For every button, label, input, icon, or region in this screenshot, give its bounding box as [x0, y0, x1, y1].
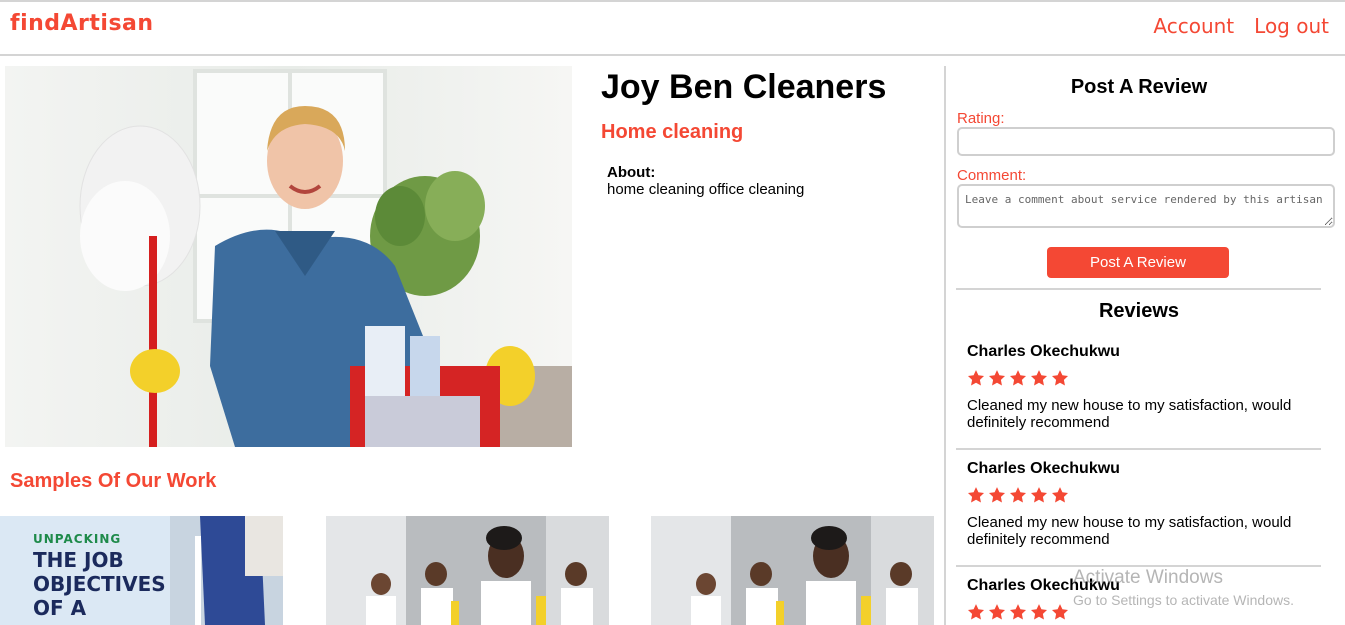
star-icon	[1051, 604, 1069, 620]
star-rating	[967, 603, 1321, 623]
comment-textarea[interactable]	[957, 184, 1335, 228]
artisan-photo	[5, 66, 572, 447]
section-divider	[956, 288, 1321, 290]
star-icon	[1009, 487, 1027, 503]
sample-image-1[interactable]: UNPACKING THE JOB OBJECTIVES OF A	[0, 516, 283, 625]
star-icon	[1009, 370, 1027, 386]
star-icon	[1030, 604, 1048, 620]
review-author: Charles Okechukwu	[967, 460, 1120, 477]
star-icon	[1051, 487, 1069, 503]
reviews-title: Reviews	[1098, 300, 1180, 322]
artisan-name: Joy Ben Cleaners	[601, 68, 887, 106]
star-icon	[988, 604, 1006, 620]
top-navbar: findArtisan Account Log out	[0, 0, 1345, 56]
rating-input[interactable]	[957, 127, 1335, 156]
review-divider	[956, 565, 1321, 567]
sample-1-line3: OBJECTIVES	[33, 572, 166, 596]
post-review-title: Post A Review	[1070, 76, 1208, 98]
star-icon	[1051, 370, 1069, 386]
sample-1-line1: UNPACKING	[33, 532, 121, 546]
star-icon	[967, 604, 985, 620]
review-author: Charles Okechukwu	[967, 577, 1120, 594]
star-icon	[1030, 487, 1048, 503]
star-rating	[967, 486, 1321, 506]
rating-label: Rating:	[957, 110, 1005, 127]
star-icon	[967, 370, 985, 386]
star-icon	[988, 370, 1006, 386]
about-text: home cleaning office cleaning	[607, 181, 805, 198]
artisan-category: Home cleaning	[601, 121, 744, 143]
review-item: Charles Okechukwu Cleaned my new house t…	[967, 343, 1321, 431]
sample-image-2[interactable]	[326, 516, 609, 625]
sample-1-line4: OF A	[33, 596, 87, 620]
column-divider	[944, 66, 946, 625]
review-author: Charles Okechukwu	[967, 343, 1120, 360]
nav-links: Account Log out	[1153, 14, 1329, 38]
logout-link[interactable]: Log out	[1254, 14, 1329, 38]
star-icon	[1030, 370, 1048, 386]
review-divider	[956, 448, 1321, 450]
post-review-button[interactable]: Post A Review	[1047, 247, 1229, 278]
about-label: About:	[607, 164, 656, 181]
account-link[interactable]: Account	[1153, 14, 1234, 38]
star-icon	[967, 487, 985, 503]
comment-label: Comment:	[957, 167, 1027, 184]
star-icon	[988, 487, 1006, 503]
sample-1-line2: THE JOB	[33, 548, 124, 572]
review-item: Charles Okechukwu	[967, 577, 1321, 625]
review-text: Cleaned my new house to my satisfaction,…	[967, 397, 1292, 431]
star-rating	[967, 369, 1321, 389]
sample-image-3[interactable]	[651, 516, 934, 625]
review-item: Charles Okechukwu Cleaned my new house t…	[967, 460, 1321, 548]
samples-heading: Samples Of Our Work	[10, 470, 217, 492]
review-text: Cleaned my new house to my satisfaction,…	[967, 514, 1292, 548]
star-icon	[1009, 604, 1027, 620]
site-logo[interactable]: findArtisan	[10, 11, 154, 36]
